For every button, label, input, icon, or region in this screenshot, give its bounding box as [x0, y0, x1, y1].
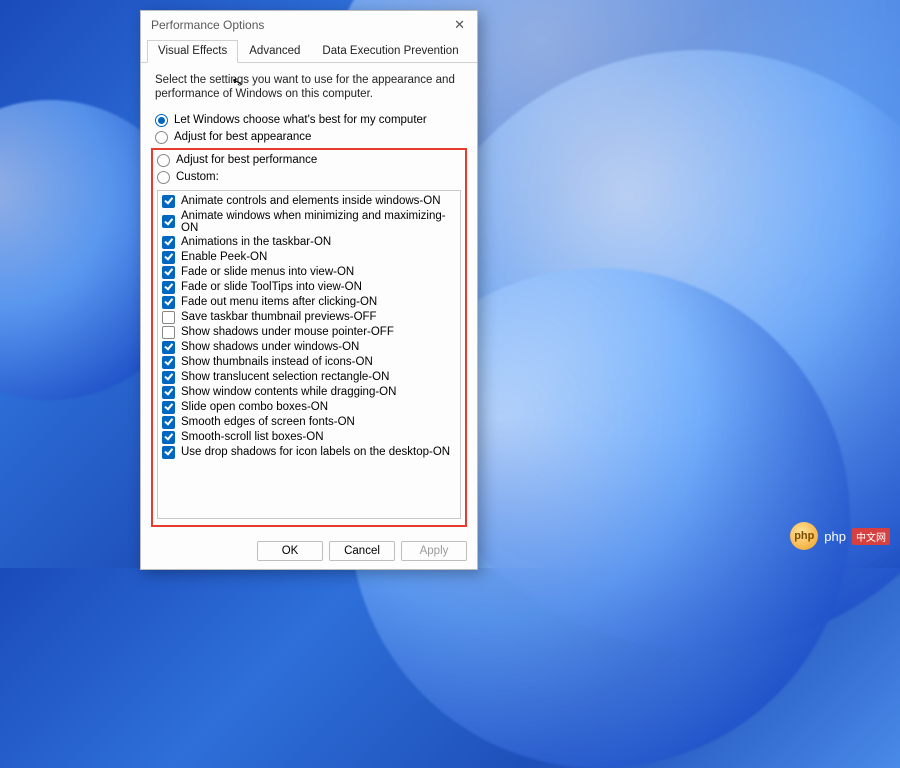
checkbox-icon[interactable] — [162, 356, 175, 369]
checkbox-row-7[interactable]: Save taskbar thumbnail previews-OFF — [162, 310, 456, 325]
checkbox-row-1[interactable]: Animate windows when minimizing and maxi… — [162, 209, 456, 235]
checkbox-icon[interactable] — [162, 386, 175, 399]
ok-button[interactable]: OK — [257, 541, 323, 561]
radio-option-1[interactable]: Adjust for best appearance — [155, 129, 463, 146]
checkbox-row-6[interactable]: Fade out menu items after clicking-ON — [162, 295, 456, 310]
tab-data-execution-prevention[interactable]: Data Execution Prevention — [311, 40, 469, 63]
checkbox-label: Animate controls and elements inside win… — [181, 195, 441, 207]
checkbox-label: Show shadows under mouse pointer-OFF — [181, 326, 394, 338]
radio-label: Adjust for best appearance — [174, 131, 311, 143]
checkbox-label: Show thumbnails instead of icons-ON — [181, 356, 373, 368]
checkbox-row-12[interactable]: Show window contents while dragging-ON — [162, 385, 456, 400]
checkbox-icon[interactable] — [162, 371, 175, 384]
radio-option-0[interactable]: Let Windows choose what's best for my co… — [155, 112, 463, 129]
checkbox-row-2[interactable]: Animations in the taskbar-ON — [162, 235, 456, 250]
checkbox-label: Animate windows when minimizing and maxi… — [181, 210, 456, 234]
radio-icon[interactable] — [155, 131, 168, 144]
checkbox-label: Smooth-scroll list boxes-ON — [181, 431, 324, 443]
dialog-title: Performance Options — [151, 18, 264, 32]
radio-label: Adjust for best performance — [176, 154, 317, 166]
checkbox-icon[interactable] — [162, 266, 175, 279]
apply-button[interactable]: Apply — [401, 541, 467, 561]
checkbox-icon[interactable] — [162, 416, 175, 429]
cancel-button[interactable]: Cancel — [329, 541, 395, 561]
checkbox-icon[interactable] — [162, 311, 175, 324]
radio-option-2[interactable]: Adjust for best performance — [157, 152, 461, 169]
checkbox-label: Animations in the taskbar-ON — [181, 236, 331, 248]
checkbox-label: Enable Peek-ON — [181, 251, 267, 263]
radio-icon[interactable] — [157, 154, 170, 167]
checkbox-row-10[interactable]: Show thumbnails instead of icons-ON — [162, 355, 456, 370]
radio-icon[interactable] — [157, 171, 170, 184]
checkbox-label: Save taskbar thumbnail previews-OFF — [181, 311, 377, 323]
checkbox-row-4[interactable]: Fade or slide menus into view-ON — [162, 265, 456, 280]
checkbox-label: Show window contents while dragging-ON — [181, 386, 396, 398]
radio-option-3[interactable]: Custom: — [157, 169, 461, 186]
visual-effects-checklist[interactable]: Animate controls and elements inside win… — [157, 190, 461, 519]
checkbox-icon[interactable] — [162, 431, 175, 444]
checkbox-label: Fade or slide ToolTips into view-ON — [181, 281, 362, 293]
checkbox-label: Show translucent selection rectangle-ON — [181, 371, 389, 383]
radio-label: Let Windows choose what's best for my co… — [174, 114, 427, 126]
checkbox-icon[interactable] — [162, 326, 175, 339]
radio-icon[interactable] — [155, 114, 168, 127]
checkbox-row-0[interactable]: Animate controls and elements inside win… — [162, 194, 456, 209]
watermark-cn-badge: 中文网 — [852, 528, 890, 545]
checkbox-row-8[interactable]: Show shadows under mouse pointer-OFF — [162, 325, 456, 340]
checkbox-icon[interactable] — [162, 281, 175, 294]
checkbox-icon[interactable] — [162, 401, 175, 414]
checkbox-icon[interactable] — [162, 251, 175, 264]
checkbox-icon[interactable] — [162, 236, 175, 249]
checkbox-icon[interactable] — [162, 446, 175, 459]
radio-label: Custom: — [176, 171, 219, 183]
tab-body-visual-effects: Select the settings you want to use for … — [141, 63, 477, 533]
checkbox-row-9[interactable]: Show shadows under windows-ON — [162, 340, 456, 355]
checkbox-label: Show shadows under windows-ON — [181, 341, 359, 353]
checkbox-icon[interactable] — [162, 195, 175, 208]
checkbox-row-15[interactable]: Smooth-scroll list boxes-ON — [162, 430, 456, 445]
watermark: php php 中文网 — [790, 522, 890, 550]
checkbox-label: Slide open combo boxes-ON — [181, 401, 328, 413]
highlight-box: Adjust for best performance Custom: Anima… — [151, 148, 467, 527]
tab-advanced[interactable]: Advanced — [238, 40, 311, 63]
tab-strip: Visual EffectsAdvancedData Execution Pre… — [141, 39, 477, 63]
checkbox-label: Fade out menu items after clicking-ON — [181, 296, 377, 308]
checkbox-row-13[interactable]: Slide open combo boxes-ON — [162, 400, 456, 415]
performance-options-dialog: Performance Options ✕ Visual EffectsAdva… — [140, 10, 478, 570]
description-text: Select the settings you want to use for … — [155, 73, 463, 102]
checkbox-row-11[interactable]: Show translucent selection rectangle-ON — [162, 370, 456, 385]
checkbox-row-14[interactable]: Smooth edges of screen fonts-ON — [162, 415, 456, 430]
watermark-text: php — [824, 529, 846, 544]
titlebar: Performance Options ✕ — [141, 11, 477, 39]
watermark-logo-icon: php — [790, 522, 818, 550]
dialog-buttons: OK Cancel Apply — [141, 533, 477, 569]
checkbox-label: Use drop shadows for icon labels on the … — [181, 446, 450, 458]
checkbox-icon[interactable] — [162, 215, 175, 228]
checkbox-row-16[interactable]: Use drop shadows for icon labels on the … — [162, 445, 456, 460]
tab-visual-effects[interactable]: Visual Effects — [147, 40, 238, 63]
checkbox-icon[interactable] — [162, 296, 175, 309]
checkbox-label: Fade or slide menus into view-ON — [181, 266, 354, 278]
checkbox-row-3[interactable]: Enable Peek-ON — [162, 250, 456, 265]
checkbox-label: Smooth edges of screen fonts-ON — [181, 416, 355, 428]
checkbox-row-5[interactable]: Fade or slide ToolTips into view-ON — [162, 280, 456, 295]
close-icon[interactable]: ✕ — [450, 17, 469, 33]
checkbox-icon[interactable] — [162, 341, 175, 354]
